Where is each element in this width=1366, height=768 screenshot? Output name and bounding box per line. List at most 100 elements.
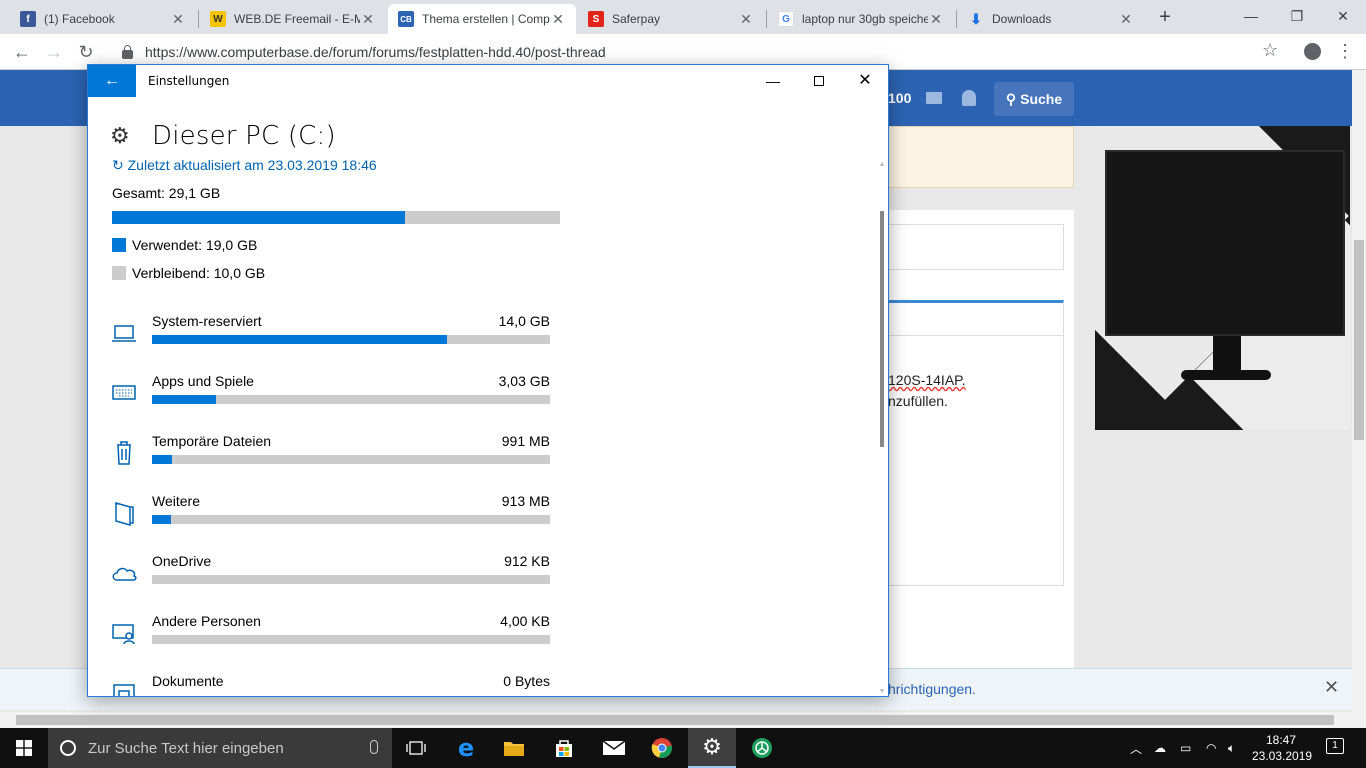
used-legend: Verwendet: 19,0 GB [112, 237, 257, 253]
start-button[interactable] [0, 728, 48, 768]
search-placeholder: Zur Suche Text hier eingeben [88, 739, 284, 757]
storage-usage-bar [112, 211, 560, 224]
wifi-icon[interactable]: ◠ [1206, 728, 1216, 768]
category-system-reserved[interactable]: System-reserviert 14,0 GB [108, 313, 550, 361]
tab-title: Downloads [992, 12, 1052, 26]
post-form: 120S-14IAP. nzufüllen. [888, 210, 1074, 710]
scrollbar-thumb[interactable] [880, 211, 884, 447]
minimize-button[interactable]: — [1228, 0, 1274, 32]
site-search-button[interactable]: ⚲ Suche [994, 82, 1074, 116]
editor-line: 120S-14IAP. [888, 372, 966, 388]
category-other-people[interactable]: Andere Personen 4,00 KB [108, 613, 550, 661]
taskbar-search-input[interactable]: Zur Suche Text hier eingeben [48, 728, 392, 768]
tab-title: Thema erstellen | Comp [422, 12, 550, 26]
close-button[interactable]: ✕ [842, 65, 888, 97]
taskbar-app-green[interactable] [738, 728, 786, 768]
search-icon: ⚲ [1005, 90, 1017, 107]
battery-icon[interactable]: ▭ [1180, 728, 1191, 768]
restore-button[interactable]: ❐ [1274, 0, 1320, 32]
system-clock[interactable]: 18:47 23.03.2019 [1252, 732, 1313, 764]
settings-scrollbar[interactable]: ▲ ▼ [878, 161, 886, 695]
taskbar-settings[interactable]: ⚙ [688, 728, 736, 768]
tab-downloads[interactable]: ⬇ Downloads ✕ [958, 4, 1144, 34]
forward-button[interactable]: → [42, 40, 66, 64]
monitor-image [1105, 150, 1345, 336]
close-icon[interactable]: ✕ [1118, 11, 1134, 28]
reload-button[interactable]: ↻ [74, 40, 98, 64]
page-title: Dieser PC (C:) [152, 121, 336, 151]
chrome-menu-icon[interactable]: ⋮ [1336, 41, 1354, 62]
close-icon[interactable]: ✕ [170, 11, 186, 28]
volume-icon[interactable]: 🔈︎ [1228, 728, 1235, 768]
documents-icon [113, 684, 135, 696]
green-app-icon [752, 738, 772, 758]
category-bar [152, 575, 550, 584]
tab-google-search[interactable]: G laptop nur 30gb speiche ✕ [768, 4, 954, 34]
close-icon[interactable]: ✕ [1324, 677, 1339, 698]
clock-date: 23.03.2019 [1252, 749, 1313, 763]
url-text: https://www.computerbase.de/forum/forums… [145, 44, 606, 60]
taskbar-chrome[interactable] [638, 728, 686, 768]
category-other[interactable]: Weitere 913 MB [108, 493, 550, 541]
onedrive-icon[interactable]: ☁ [1154, 728, 1166, 768]
used-label: Verwendet: 19,0 GB [132, 237, 258, 253]
microphone-icon[interactable] [370, 740, 378, 754]
back-button[interactable]: ← [10, 40, 34, 64]
minimize-button[interactable]: — [750, 65, 796, 97]
search-label: Suche [1020, 91, 1063, 107]
cortana-icon [60, 740, 76, 756]
close-icon[interactable]: ✕ [550, 11, 566, 28]
action-center-button[interactable]: 1 [1326, 738, 1344, 754]
close-icon[interactable]: ✕ [738, 11, 754, 28]
last-updated-link[interactable]: ↻ Zuletzt aktualisiert am 23.03.2019 18:… [112, 157, 377, 174]
settings-window: ← Einstellungen — ✕ ⚙ Dieser PC (C:) ↻ Z… [87, 64, 889, 697]
maximize-button[interactable] [796, 65, 842, 97]
category-apps-games[interactable]: Apps und Spiele 3,03 GB [108, 373, 550, 421]
tab-saferpay[interactable]: S Saferpay ✕ [578, 4, 764, 34]
category-bar [152, 395, 550, 404]
category-size: 4,00 KB [500, 613, 550, 629]
show-hidden-icons[interactable]: ︿ [1130, 728, 1142, 768]
taskbar-mail[interactable] [590, 728, 638, 768]
close-icon[interactable]: ✕ [360, 11, 376, 28]
task-view-button[interactable] [392, 728, 440, 768]
free-label: Verbleibend: 10,0 GB [132, 265, 266, 281]
account-icon[interactable] [1304, 43, 1321, 60]
back-arrow-icon[interactable]: ← [88, 65, 136, 97]
taskbar-store[interactable] [540, 728, 588, 768]
cloud-icon [112, 567, 137, 581]
category-bar [152, 455, 550, 464]
message-editor[interactable]: 120S-14IAP. nzufüllen. [888, 336, 1064, 586]
header-count: 100 [888, 90, 912, 106]
bell-icon[interactable] [962, 90, 976, 106]
taskbar-explorer[interactable] [490, 728, 538, 768]
close-window-button[interactable]: ✕ [1320, 0, 1366, 32]
total-capacity: Gesamt: 29,1 GB [112, 185, 221, 201]
page-horizontal-scrollbar[interactable] [0, 712, 1366, 728]
mail-icon[interactable] [926, 92, 942, 104]
category-name: Dokumente [152, 673, 224, 689]
taskbar-edge[interactable]: e [442, 728, 490, 768]
new-tab-button[interactable]: + [1154, 6, 1176, 28]
task-view-icon [406, 741, 426, 755]
category-name: Weitere [152, 493, 200, 509]
used-swatch [112, 238, 126, 252]
download-icon: ⬇ [970, 10, 982, 27]
file-explorer-icon [504, 742, 524, 756]
tab-webde[interactable]: W WEB.DE Freemail - E-Mail ✕ [200, 4, 386, 34]
category-size: 991 MB [501, 433, 550, 449]
address-bar[interactable]: https://www.computerbase.de/forum/forums… [110, 38, 1294, 66]
close-icon[interactable]: ✕ [928, 11, 944, 28]
thread-title-field[interactable] [888, 224, 1064, 270]
window-title: Einstellungen [148, 74, 230, 88]
tab-computerbase[interactable]: CB Thema erstellen | Comp ✕ [388, 4, 576, 34]
category-onedrive[interactable]: OneDrive 912 KB [108, 553, 550, 601]
editor-line: nzufüllen. [888, 393, 948, 409]
page-vertical-scrollbar[interactable] [1352, 70, 1366, 712]
tab-facebook[interactable]: f (1) Facebook ✕ [10, 4, 196, 34]
category-size: 14,0 GB [498, 313, 550, 329]
category-documents[interactable]: Dokumente 0 Bytes [108, 673, 550, 696]
advertisement-image[interactable] [1095, 126, 1350, 430]
category-temp-files[interactable]: Temporäre Dateien 991 MB [108, 433, 550, 481]
bookmark-star-icon[interactable]: ☆ [1262, 40, 1278, 61]
